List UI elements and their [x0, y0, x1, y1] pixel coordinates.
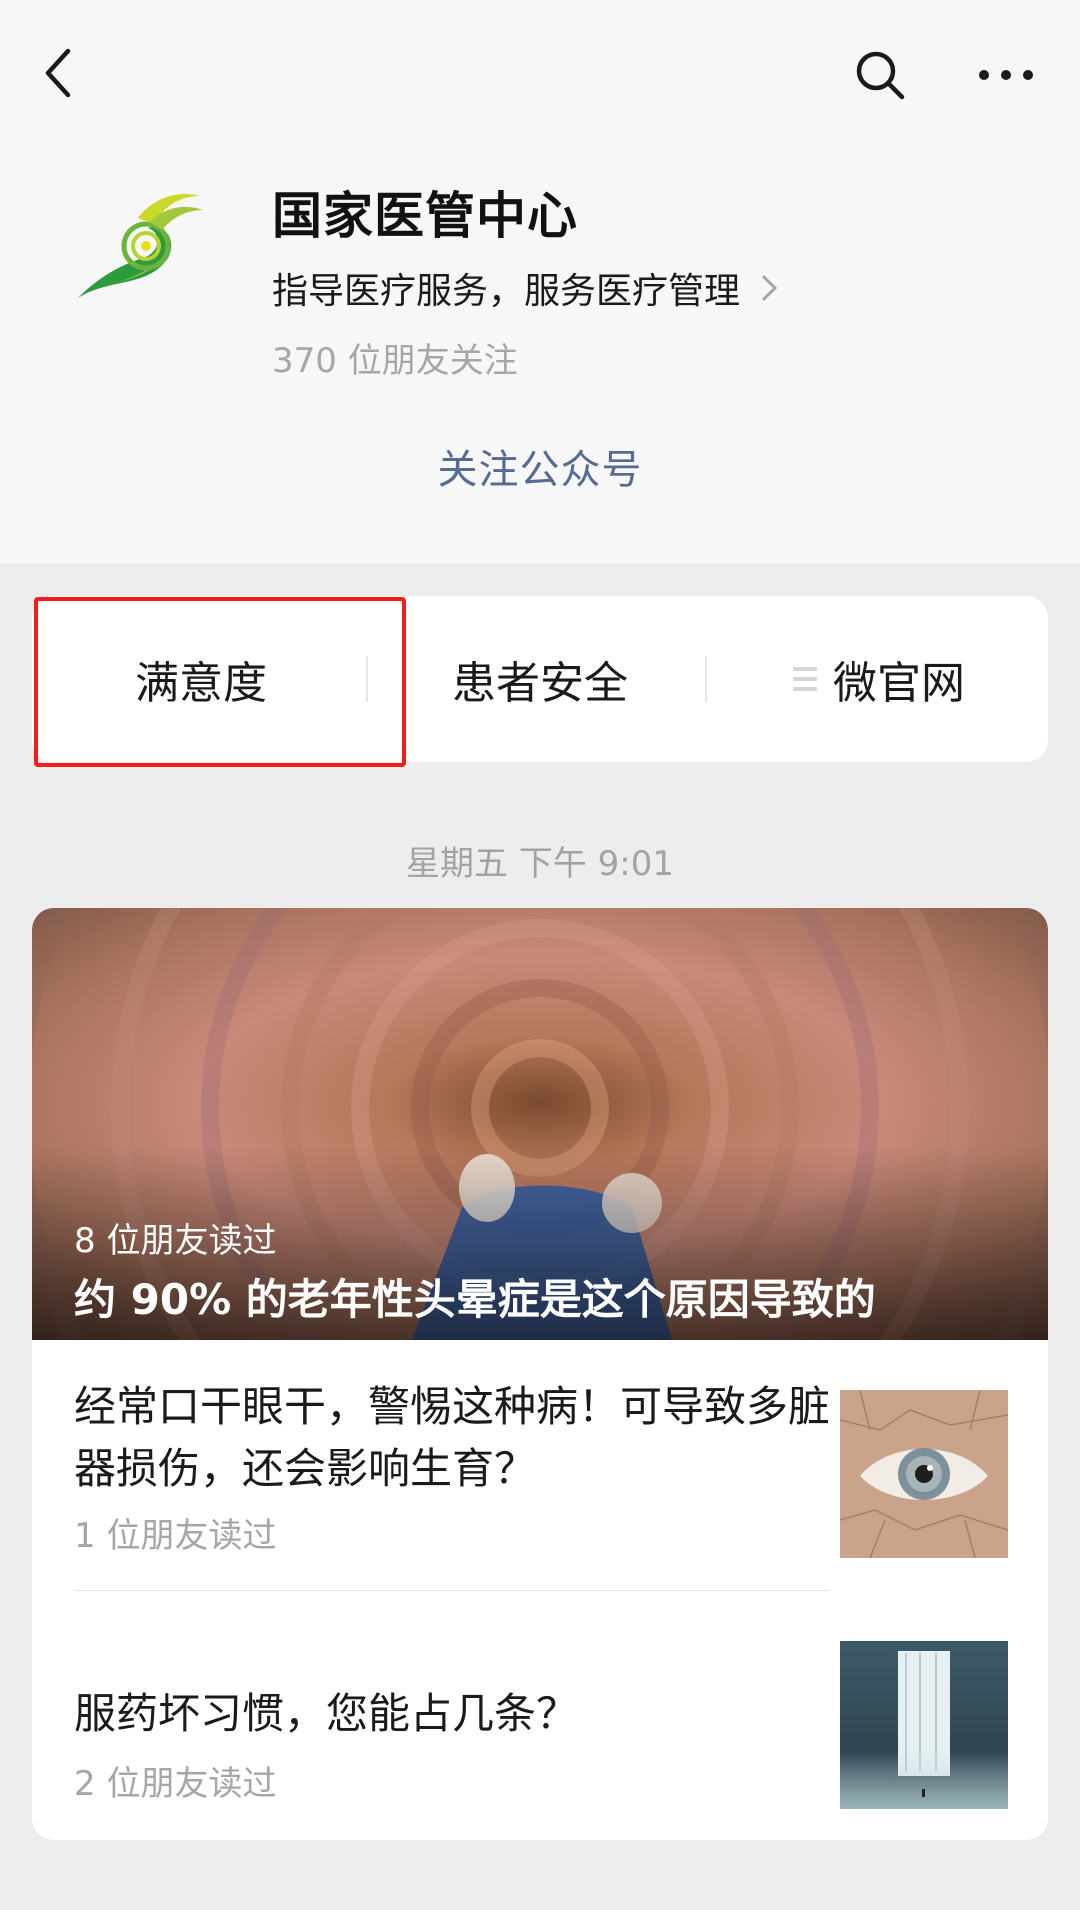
hero-article[interactable]: 8 位朋友读过 约 90% 的老年性头晕症是这个原因导致的 — [32, 908, 1048, 1340]
menu-bar: 满意度 患者安全 微官网 — [32, 596, 1048, 762]
follow-button[interactable]: 关注公众号 — [0, 437, 1080, 495]
account-description: 指导医疗服务，服务医疗管理 — [272, 271, 741, 312]
menu-item-label: 患者安全 — [452, 658, 628, 709]
chevron-right-icon — [761, 274, 778, 302]
menu-divider — [705, 656, 707, 702]
account-logo[interactable] — [68, 178, 208, 318]
article-card: 8 位朋友读过 约 90% 的老年性头晕症是这个原因导致的 经常口干眼干，警惕这… — [32, 908, 1048, 1840]
menu-divider — [366, 656, 368, 702]
article-item[interactable]: 服药坏习惯，您能占几条？ 2 位朋友读过 — [32, 1591, 1048, 1840]
search-button[interactable] — [852, 47, 908, 103]
more-button[interactable] — [976, 47, 1036, 103]
more-horizontal-icon — [979, 70, 1033, 80]
menu-item-label: 微官网 — [833, 658, 965, 709]
follower-count: 370 位朋友关注 — [272, 341, 518, 381]
article-title: 服药坏习惯，您能占几条？ — [74, 1689, 579, 1738]
message-timestamp: 星期五 下午 9:01 — [406, 844, 674, 884]
list-icon — [793, 667, 817, 691]
back-button[interactable] — [30, 45, 86, 101]
chevron-left-icon — [45, 48, 71, 98]
hero-title: 约 90% 的老年性头晕症是这个原因导致的 — [74, 1275, 876, 1324]
article-item[interactable]: 经常口干眼干，警惕这种病！可导致多脏器损伤，还会影响生育？ 1 位朋友读过 — [32, 1340, 1048, 1590]
article-title: 经常口干眼干，警惕这种病！可导致多脏器损伤，还会影响生育？ — [74, 1382, 831, 1493]
article-read-count: 1 位朋友读过 — [74, 1516, 277, 1556]
account-name: 国家医管中心 — [272, 187, 578, 245]
account-description-link[interactable]: 指导医疗服务，服务医疗管理 — [272, 262, 778, 314]
search-icon — [856, 51, 905, 100]
hero-read-count: 8 位朋友读过 — [74, 1221, 277, 1261]
article-read-count: 2 位朋友读过 — [74, 1764, 277, 1804]
menu-item-label: 满意度 — [135, 658, 267, 709]
article-thumbnail-eye — [840, 1390, 1008, 1558]
article-thumbnail-waterfall — [840, 1641, 1008, 1809]
menu-item-patient-safety[interactable]: 患者安全 — [370, 596, 710, 762]
menu-item-micro-website[interactable]: 微官网 — [710, 596, 1048, 762]
menu-item-satisfaction[interactable]: 满意度 — [32, 596, 370, 762]
